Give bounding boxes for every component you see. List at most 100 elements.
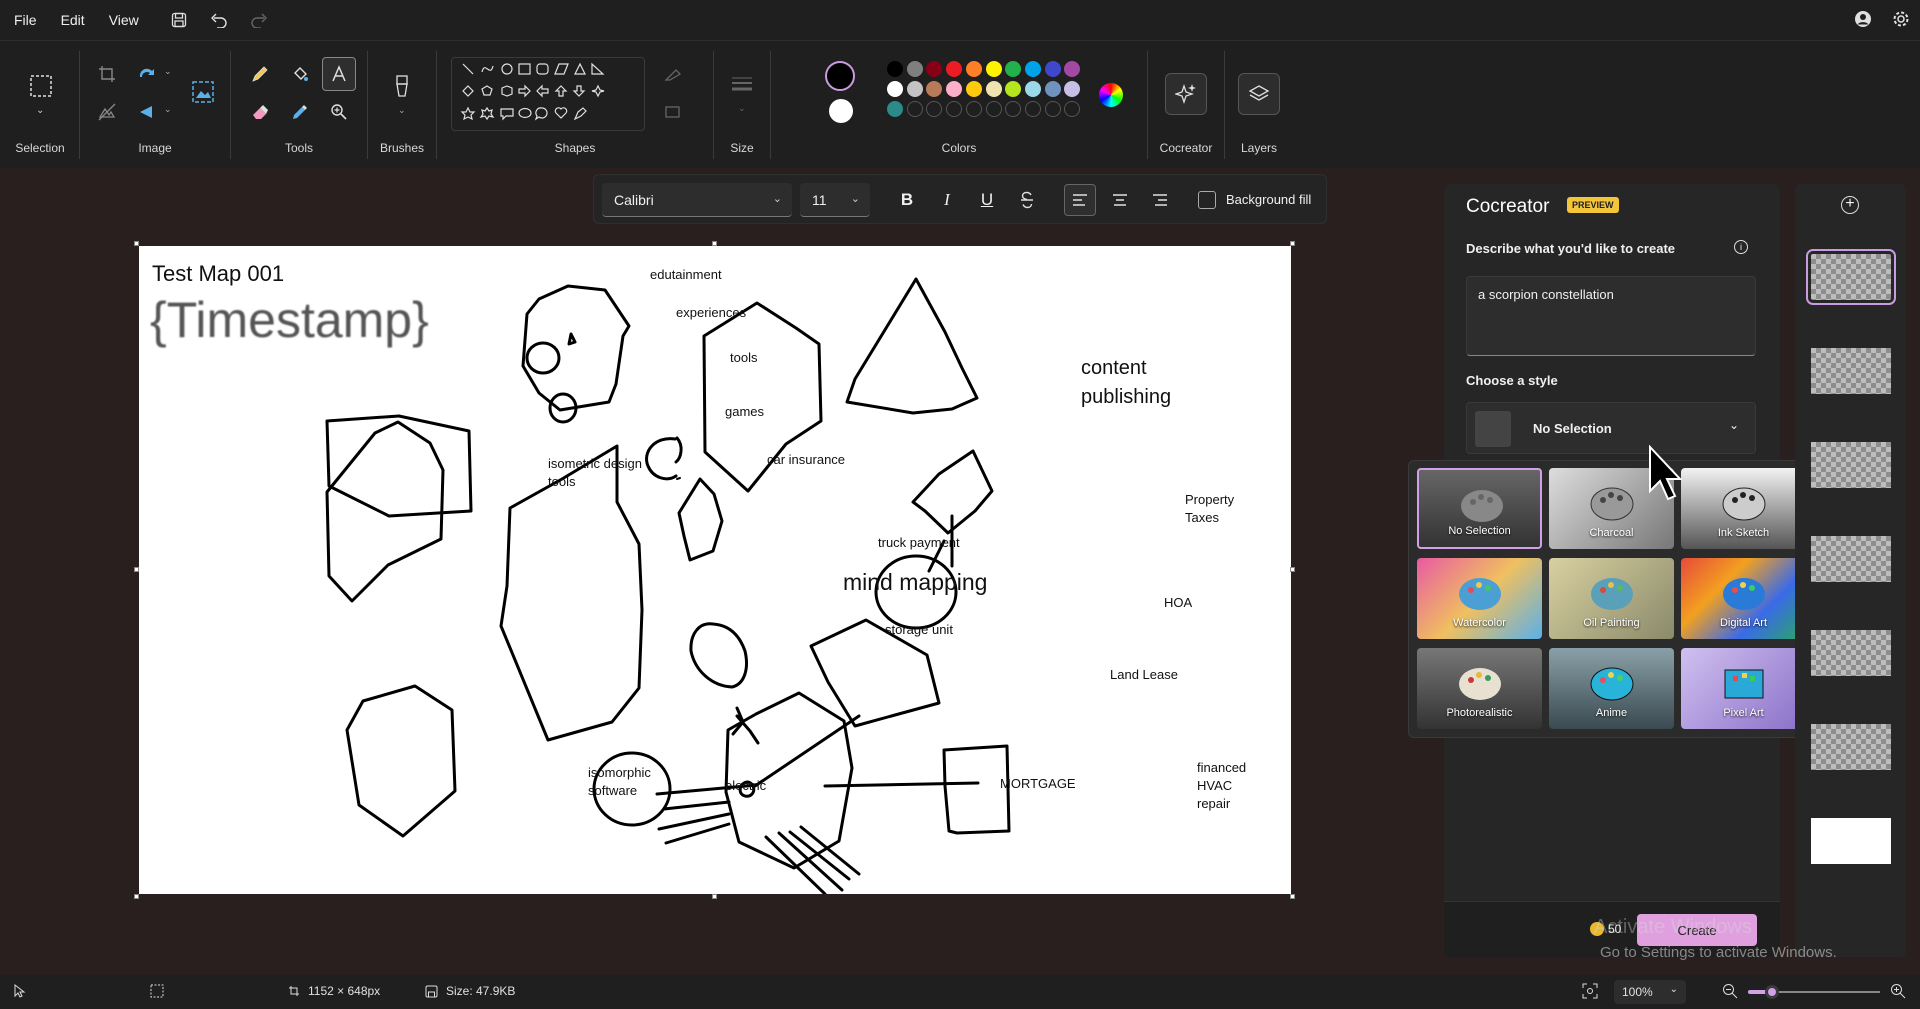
edit-colors-icon[interactable] <box>1099 83 1123 107</box>
style-pixel-art[interactable]: Pixel Art <box>1681 648 1806 729</box>
color-swatch[interactable] <box>906 81 923 97</box>
custom-color-slot[interactable] <box>1064 101 1081 117</box>
menu-file[interactable]: File <box>0 12 49 28</box>
settings-icon[interactable] <box>1892 10 1910 31</box>
resize-handle[interactable] <box>712 241 717 246</box>
italic-button[interactable]: I <box>931 184 963 216</box>
flip-icon[interactable] <box>132 97 162 127</box>
undo-icon[interactable] <box>209 10 229 30</box>
drawing-canvas[interactable]: Test Map 001 {Timestamp} edutainment exp… <box>139 246 1291 894</box>
rectangle-select-icon[interactable] <box>24 69 58 103</box>
remove-background-icon[interactable] <box>92 97 122 127</box>
crop-icon[interactable] <box>92 59 122 89</box>
image-select-icon[interactable] <box>188 77 218 107</box>
color-swatch[interactable] <box>1064 81 1081 97</box>
align-left-button[interactable] <box>1064 184 1096 216</box>
layer-thumbnail[interactable] <box>1811 348 1891 394</box>
zoom-slider-thumb[interactable] <box>1765 985 1779 999</box>
style-anime[interactable]: Anime <box>1549 648 1674 729</box>
font-size-select[interactable]: 11 ⌄ <box>800 183 870 217</box>
pencil-icon[interactable] <box>245 59 275 89</box>
chevron-down-icon[interactable]: ⌄ <box>738 103 746 114</box>
color-swatch[interactable] <box>985 81 1002 97</box>
color-swatch[interactable] <box>1064 61 1081 77</box>
background-fill-checkbox[interactable] <box>1198 191 1216 209</box>
brush-icon[interactable] <box>387 71 417 101</box>
chevron-down-icon[interactable]: ⌄ <box>164 104 172 115</box>
underline-button[interactable]: U <box>971 184 1003 216</box>
resize-handle[interactable] <box>712 894 717 899</box>
resize-handle[interactable] <box>134 567 139 572</box>
color-swatch[interactable] <box>887 101 903 117</box>
secondary-color[interactable] <box>829 99 853 123</box>
resize-handle[interactable] <box>1290 894 1295 899</box>
custom-color-slot[interactable] <box>1024 101 1041 117</box>
chevron-down-icon[interactable]: ⌄ <box>164 66 172 77</box>
layer-thumbnail[interactable] <box>1811 442 1891 488</box>
zoom-out-icon[interactable] <box>1722 983 1738 999</box>
style-digital-art[interactable]: Digital Art <box>1681 558 1806 639</box>
layer-thumbnail[interactable] <box>1811 630 1891 676</box>
account-icon[interactable] <box>1854 10 1872 31</box>
resize-handle[interactable] <box>134 241 139 246</box>
color-swatch[interactable] <box>965 61 982 77</box>
save-icon[interactable] <box>169 10 189 30</box>
color-swatch[interactable] <box>1024 81 1041 97</box>
outline-icon[interactable] <box>659 59 689 89</box>
style-dropdown[interactable]: No Selection ⌄ <box>1466 402 1756 454</box>
style-watercolor[interactable]: Watercolor <box>1417 558 1542 639</box>
cocreator-button[interactable] <box>1165 73 1207 115</box>
style-oil-painting[interactable]: Oil Painting <box>1549 558 1674 639</box>
font-family-select[interactable]: Calibri ⌄ <box>602 183 792 217</box>
custom-color-slot[interactable] <box>906 101 923 117</box>
custom-color-slot[interactable] <box>926 101 943 117</box>
magnifier-icon[interactable] <box>324 97 354 127</box>
color-swatch[interactable] <box>1005 81 1022 97</box>
info-icon[interactable]: i <box>1734 240 1748 254</box>
shapes-gallery-icons[interactable] <box>452 58 646 132</box>
zoom-in-icon[interactable] <box>1890 983 1906 999</box>
color-swatch[interactable] <box>1024 61 1041 77</box>
resize-icon[interactable] <box>132 59 162 89</box>
eraser-icon[interactable] <box>245 97 275 127</box>
layers-button[interactable] <box>1238 73 1280 115</box>
align-right-button[interactable] <box>1144 184 1176 216</box>
text-tool-icon[interactable] <box>322 57 356 91</box>
color-swatch[interactable] <box>946 61 963 77</box>
fit-to-window-icon[interactable] <box>1582 983 1598 999</box>
color-swatch[interactable] <box>1044 61 1061 77</box>
custom-color-slot[interactable] <box>1044 101 1061 117</box>
layer-thumbnail[interactable] <box>1811 724 1891 770</box>
resize-handle[interactable] <box>134 894 139 899</box>
resize-handle[interactable] <box>1290 567 1295 572</box>
bold-button[interactable]: B <box>891 184 923 216</box>
color-swatch[interactable] <box>887 81 903 97</box>
redo-icon[interactable] <box>249 10 269 30</box>
custom-color-slot[interactable] <box>1005 101 1022 117</box>
color-swatch[interactable] <box>887 61 903 77</box>
strikethrough-button[interactable] <box>1011 184 1043 216</box>
shape-fill-icon[interactable] <box>659 97 689 127</box>
color-swatch[interactable] <box>906 61 923 77</box>
resize-handle[interactable] <box>1290 241 1295 246</box>
custom-color-slot[interactable] <box>985 101 1002 117</box>
style-ink-sketch[interactable]: Ink Sketch <box>1681 468 1806 549</box>
menu-edit[interactable]: Edit <box>49 12 97 28</box>
menu-view[interactable]: View <box>97 12 151 28</box>
align-center-button[interactable] <box>1104 184 1136 216</box>
layer-thumbnail[interactable] <box>1811 818 1891 864</box>
color-swatch[interactable] <box>965 81 982 97</box>
style-no-selection[interactable]: No Selection <box>1417 468 1542 549</box>
layer-thumbnail[interactable] <box>1811 536 1891 582</box>
prompt-input[interactable]: a scorpion constellation <box>1466 276 1756 356</box>
chevron-down-icon[interactable]: ⌄ <box>398 105 406 116</box>
color-swatch[interactable] <box>926 81 943 97</box>
color-picker-icon[interactable] <box>285 97 315 127</box>
color-swatch[interactable] <box>1005 61 1022 77</box>
chevron-down-icon[interactable]: ⌄ <box>36 105 44 116</box>
style-photorealistic[interactable]: Photorealistic <box>1417 648 1542 729</box>
custom-color-slot[interactable] <box>946 101 963 117</box>
custom-color-slot[interactable] <box>965 101 982 117</box>
add-layer-icon[interactable]: + <box>1841 196 1859 214</box>
color-swatch[interactable] <box>1044 81 1061 97</box>
